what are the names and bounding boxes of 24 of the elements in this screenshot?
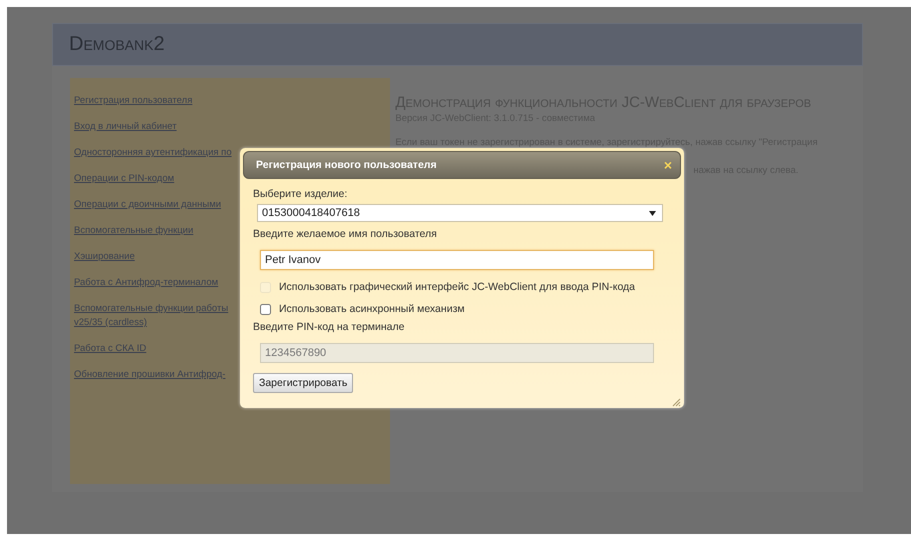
username-field[interactable]: Petr Ivanov bbox=[260, 250, 654, 270]
sidebar-link[interactable]: Работа с Антифрод-терминалом bbox=[74, 276, 218, 290]
field-label: Введите желаемое имя пользователя bbox=[253, 228, 437, 240]
sidebar-link[interactable]: Вход в личный кабинет bbox=[74, 120, 177, 134]
sidebar-link[interactable]: Работа с СКА ID bbox=[74, 342, 146, 356]
sidebar-link[interactable]: Обновление прошивки Антифрод- bbox=[74, 368, 226, 382]
sidebar-link[interactable]: Односторонняя аутентификация по bbox=[74, 146, 232, 160]
dialog-title: Регистрация нового пользователя bbox=[256, 159, 437, 171]
close-button[interactable]: × bbox=[664, 158, 672, 172]
device-select[interactable]: 0153000418407618 bbox=[257, 204, 663, 222]
sidebar-link[interactable]: Операции с двоичными данными bbox=[74, 198, 222, 212]
resize-grip-icon bbox=[672, 398, 681, 407]
option-label: Использовать асинхронный механизм bbox=[279, 303, 465, 315]
option-checkbox[interactable] bbox=[260, 304, 271, 314]
sidebar-link[interactable]: Хэширование bbox=[74, 250, 135, 264]
caret-icon bbox=[649, 210, 656, 216]
register-button[interactable]: Зарегистрировать bbox=[253, 373, 354, 393]
sidebar-link[interactable]: Регистрация пользователя bbox=[74, 94, 192, 108]
field-label: Выберите изделие: bbox=[253, 188, 348, 200]
sidebar-link[interactable]: Вспомогательные функции работы v25/35 (cardless) bbox=[74, 302, 242, 330]
field-label: Введите PIN-код на терминале bbox=[253, 321, 404, 333]
sidebar-link[interactable]: Операции с PIN-кодом bbox=[74, 172, 174, 186]
sidebar-link[interactable]: Вспомогательные функции bbox=[74, 224, 194, 238]
option-label: Использовать графический интерфейс JC-WebClient для ввода PIN-кода bbox=[279, 281, 636, 293]
